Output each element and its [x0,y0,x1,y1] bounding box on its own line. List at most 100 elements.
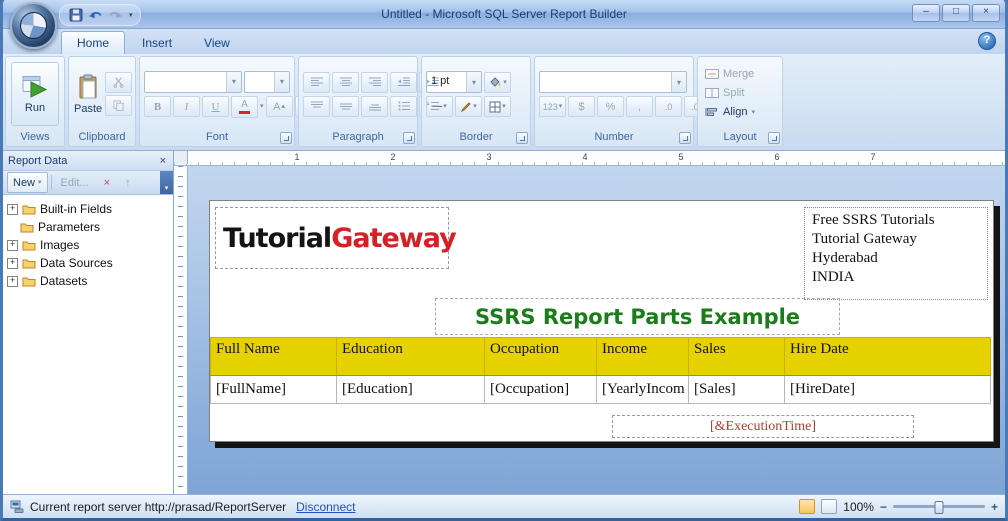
tree-item-built-in-fields[interactable]: + Built-in Fields [7,200,173,218]
chevron-down-icon: ▾ [260,103,264,110]
border-dialog-launcher[interactable] [516,132,528,144]
help-button[interactable]: ? [978,32,996,50]
report-data-toolbar: New ▾ Edit... × ↑ ▾ [3,171,173,195]
align-right-button[interactable] [361,71,388,93]
table-data-cell[interactable]: [YearlyIncom [596,375,689,404]
ruler-number: 4 [582,152,588,162]
font-size-combo[interactable]: ▾ [244,70,290,93]
execution-time-item[interactable]: [&ExecutionTime] [612,415,914,438]
move-up-button[interactable]: ↑ [119,172,137,193]
table-header-cell[interactable]: Hire Date [784,337,991,376]
align-top-button[interactable] [303,95,330,117]
grow-font-letter: A [273,100,281,113]
table-data-cell[interactable]: [Occupation] [484,375,597,404]
address-textbox-item[interactable]: Free SSRS Tutorials Tutorial Gateway Hyd… [804,207,988,300]
number-format-combo[interactable]: ▾ [539,71,687,93]
align-menu-button[interactable]: Align ▾ [702,103,778,121]
close-button[interactable]: × [972,4,1000,22]
grow-font-button[interactable]: A ▴ [265,96,293,117]
logo-image-item[interactable]: TutorialGateway [215,207,457,269]
align-bottom-button[interactable] [361,95,388,117]
tab-home[interactable]: Home [61,31,126,54]
bold-button[interactable]: B [144,96,171,117]
paragraph-dialog-launcher[interactable] [403,132,415,144]
disconnect-link[interactable]: Disconnect [296,500,355,514]
tab-insert[interactable]: Insert [127,32,187,54]
table-header-cell[interactable]: Sales [688,337,785,376]
percent-button[interactable]: % [597,96,624,117]
design-view-toggle[interactable] [799,499,816,514]
number-format-gallery-button[interactable]: 123 ▾ [539,96,566,117]
zoom-in-button[interactable]: + [991,500,998,514]
report-data-header: Report Data × [3,151,173,171]
paste-button[interactable]: Paste [73,62,103,126]
expand-icon[interactable]: + [7,203,18,215]
table-data-cell[interactable]: [Education] [336,375,485,404]
border-color-button[interactable]: ▾ [455,96,482,117]
expand-icon[interactable]: + [7,257,18,269]
table-header-cell[interactable]: Income [596,337,689,376]
tree-item-parameters[interactable]: Parameters [7,218,173,236]
split-button[interactable]: Split [702,84,778,102]
chevron-down-icon: ▾ [164,185,169,192]
expand-icon[interactable]: + [7,275,18,287]
tree-item-datasets[interactable]: + Datasets [7,272,173,290]
underline-button[interactable]: U [202,96,229,117]
chevron-down-icon: ▾ [503,78,507,86]
toolbar-overflow-button[interactable]: ▾ [160,171,173,194]
thousands-separator-button[interactable]: , [626,96,653,117]
zoom-out-button[interactable]: − [880,500,887,514]
chevron-down-icon: ▾ [751,108,755,116]
table-header-cell[interactable]: Occupation [484,337,597,376]
copy-button[interactable] [105,95,133,116]
zoom-slider[interactable] [892,501,985,514]
close-panel-button[interactable]: × [158,155,168,167]
decrease-decimal-button[interactable]: .0 [655,96,682,117]
design-canvas[interactable]: TutorialGateway Free SSRS Tutorials Tuto… [188,166,1005,494]
ribbon: Run Views Paste Clipboard ▾ ▾ B I U A ▾ … [3,54,1005,151]
run-button[interactable]: Run [11,62,59,126]
fill-color-button[interactable]: ▾ [484,71,511,93]
report-page[interactable]: TutorialGateway Free SSRS Tutorials Tuto… [209,200,994,442]
minimize-button[interactable]: – [912,4,940,22]
ribbon-group-views: Run Views [5,56,65,147]
borders-button[interactable]: ▾ [484,96,511,117]
align-middle-button[interactable] [332,95,359,117]
align-center-button[interactable] [332,71,359,93]
new-label: New [13,176,36,189]
font-dialog-launcher[interactable] [280,132,292,144]
delete-button[interactable]: × [98,172,116,193]
tree-item-data-sources[interactable]: + Data Sources [7,254,173,272]
edit-button[interactable]: Edit... [55,172,95,193]
office-button[interactable] [10,2,57,49]
tablix[interactable]: Full Name Education Occupation Income Sa… [210,337,991,404]
decrease-indent-button[interactable] [390,71,417,93]
ruler-number: 2 [390,152,396,162]
run-view-toggle[interactable] [821,499,838,514]
new-button[interactable]: New ▾ [7,172,48,193]
number-dialog-launcher[interactable] [679,132,691,144]
maximize-button[interactable]: □ [942,4,970,22]
table-header-cell[interactable]: Education [336,337,485,376]
italic-button[interactable]: I [173,96,200,117]
table-data-cell[interactable]: [FullName] [210,375,337,404]
font-family-combo[interactable]: ▾ [144,70,242,93]
table-data-cell[interactable]: [Sales] [688,375,785,404]
table-data-cell[interactable]: [HireDate] [784,375,991,404]
zoom-slider-thumb[interactable] [934,501,944,514]
align-left-button[interactable] [303,71,330,93]
toolbar-separator [50,175,52,190]
cut-button[interactable] [105,72,133,93]
merge-button[interactable]: Merge [702,65,778,83]
tab-view[interactable]: View [189,32,245,54]
font-color-button[interactable]: A [231,95,258,118]
table-header-cell[interactable]: Full Name [210,337,337,376]
layout-dialog-launcher[interactable] [768,132,780,144]
expand-icon[interactable]: + [7,239,18,251]
report-title-item[interactable]: SSRS Report Parts Example [435,298,840,335]
main-area: Report Data × New ▾ Edit... × ↑ ▾ + Buil… [3,151,1005,494]
bullet-list-button[interactable] [390,95,417,117]
tablix-data-row: [FullName] [Education] [Occupation] [Yea… [210,375,991,404]
tree-item-images[interactable]: + Images [7,236,173,254]
currency-button[interactable]: $ [568,96,595,117]
